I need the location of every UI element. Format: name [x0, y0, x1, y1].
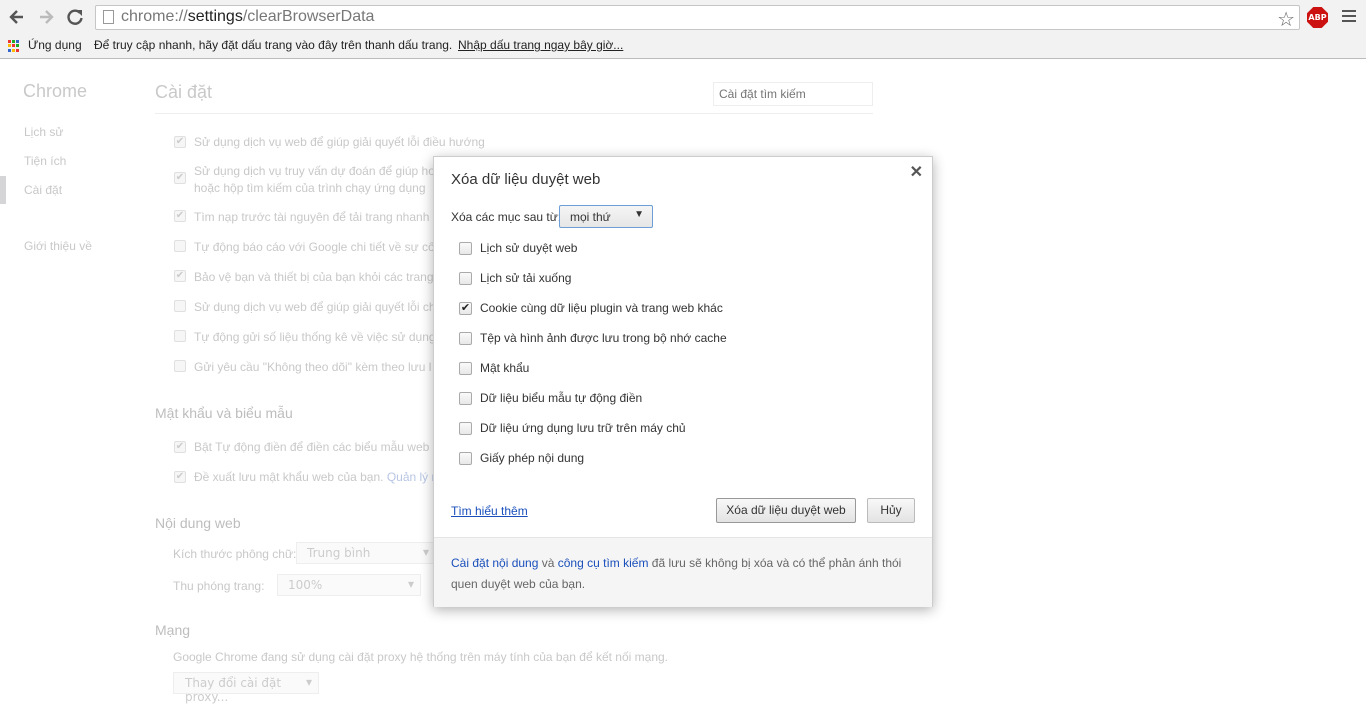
checkbox[interactable]: ✔	[174, 172, 186, 184]
dialog-footer: Cài đặt nội dung và công cụ tìm kiếm đã …	[434, 537, 932, 607]
forward-icon[interactable]	[36, 7, 56, 27]
import-bookmarks-link[interactable]: Nhập dấu trang ngay bây giờ...	[458, 38, 623, 52]
learn-more-link[interactable]: Tìm hiểu thêm	[451, 504, 528, 518]
zoom-select[interactable]: 100%	[277, 574, 421, 596]
network-description: Google Chrome đang sử dụng cài đặt proxy…	[173, 650, 669, 664]
time-range-label: Xóa các mục sau từ:	[451, 210, 562, 224]
setting-label: Bật Tự động điền để điền các biểu mẫu we…	[194, 440, 440, 454]
page-icon	[103, 10, 114, 24]
setting-label: Đề xuất lưu mật khẩu web của bạn. Quản l…	[194, 470, 442, 484]
setting-label: Sử dụng dịch vụ web để giúp giải quyết l…	[194, 300, 436, 314]
page-title: Cài đặt	[155, 82, 213, 102]
bookmark-star-icon[interactable]: ☆	[1277, 7, 1295, 31]
checkbox[interactable]	[459, 452, 472, 465]
close-icon[interactable]: ✕	[910, 162, 923, 182]
checkbox[interactable]	[459, 242, 472, 255]
reload-icon[interactable]	[65, 7, 85, 27]
setting-label: Gửi yêu cầu "Không theo dõi" kèm theo lư…	[194, 360, 432, 374]
checkbox[interactable]	[174, 360, 186, 372]
content-settings-link[interactable]: Cài đặt nội dung	[451, 556, 538, 570]
settings-search-input[interactable]	[713, 82, 873, 106]
checkbox[interactable]	[459, 392, 472, 405]
checkbox[interactable]	[174, 240, 186, 252]
section-heading-web-content: Nội dung web	[155, 515, 241, 531]
cancel-button[interactable]: Hủy	[867, 498, 915, 523]
sidebar-item-about[interactable]: Giới thiệu về	[24, 239, 92, 253]
setting-label: Tự động gửi số liệu thống kê về việc sử …	[194, 330, 436, 344]
section-heading-network: Mạng	[155, 622, 191, 638]
browser-toolbar: chrome://settings/clearBrowserData ☆ ABP	[0, 0, 1366, 35]
setting-label: Tìm nạp trước tài nguyên để tải trang nh…	[194, 210, 430, 224]
section-heading-passwords: Mật khẩu và biểu mẫu	[155, 405, 293, 421]
setting-label: Tự động báo cáo với Google chi tiết về s…	[194, 240, 435, 254]
checkbox[interactable]: ✔	[174, 471, 186, 483]
sidebar-title: Chrome	[23, 81, 88, 101]
checkbox[interactable]: ✔	[174, 210, 186, 222]
checkbox-checked[interactable]: ✔	[459, 302, 472, 315]
divider	[155, 113, 873, 114]
checkbox[interactable]: ✔	[174, 136, 186, 148]
checkbox[interactable]	[174, 330, 186, 342]
dropdown-arrow-icon: ▼	[634, 209, 644, 220]
checkbox[interactable]	[174, 300, 186, 312]
bookmarks-bar: Ứng dụng Để truy cập nhanh, hãy đặt dấu …	[0, 35, 1366, 59]
sidebar-item-extensions[interactable]: Tiện ích	[24, 154, 66, 168]
address-bar[interactable]: chrome://settings/clearBrowserData ☆	[95, 5, 1300, 31]
checkbox[interactable]: ✔	[174, 441, 186, 453]
back-icon[interactable]	[7, 7, 27, 27]
sidebar-item-history[interactable]: Lịch sử	[24, 125, 63, 139]
active-indicator	[0, 176, 6, 204]
clear-browsing-data-dialog: Xóa dữ liệu duyệt web ✕ Xóa các mục sau …	[433, 156, 933, 607]
menu-icon[interactable]	[1342, 10, 1356, 25]
apps-icon[interactable]	[8, 40, 20, 52]
checkbox[interactable]	[459, 272, 472, 285]
setting-label: Sử dụng dịch vụ web để giúp giải quyết l…	[194, 135, 485, 149]
clear-data-button[interactable]: Xóa dữ liệu duyệt web	[716, 498, 856, 523]
adblock-plus-icon[interactable]: ABP	[1307, 7, 1328, 28]
checkbox[interactable]	[459, 332, 472, 345]
sidebar-item-settings[interactable]: Cài đặt	[24, 183, 62, 197]
checkbox[interactable]	[459, 362, 472, 375]
dialog-title: Xóa dữ liệu duyệt web	[451, 171, 601, 188]
time-range-select[interactable]: mọi thứ ▼	[559, 205, 653, 228]
search-engines-link[interactable]: công cụ tìm kiếm	[558, 556, 649, 570]
font-size-label: Kích thước phông chữ:	[173, 547, 297, 561]
bookmarks-hint: Để truy cập nhanh, hãy đặt dấu trang vào…	[94, 38, 453, 52]
url-text: chrome://settings/clearBrowserData	[121, 8, 375, 25]
change-proxy-button[interactable]: Thay đổi cài đặt proxy...	[173, 672, 319, 704]
zoom-label: Thu phóng trang:	[173, 579, 265, 593]
setting-label: Bảo vệ bạn và thiết bị của bạn khỏi các …	[194, 270, 434, 284]
checkbox[interactable]: ✔	[174, 270, 186, 282]
apps-link[interactable]: Ứng dụng	[28, 38, 82, 52]
setting-label: hoặc hộp tìm kiếm của trình chạy ứng dụn…	[194, 181, 426, 195]
setting-label: Sử dụng dịch vụ truy vấn dự đoán để giúp…	[194, 164, 435, 178]
font-size-select[interactable]: Trung bình	[296, 542, 436, 564]
checkbox[interactable]	[459, 422, 472, 435]
